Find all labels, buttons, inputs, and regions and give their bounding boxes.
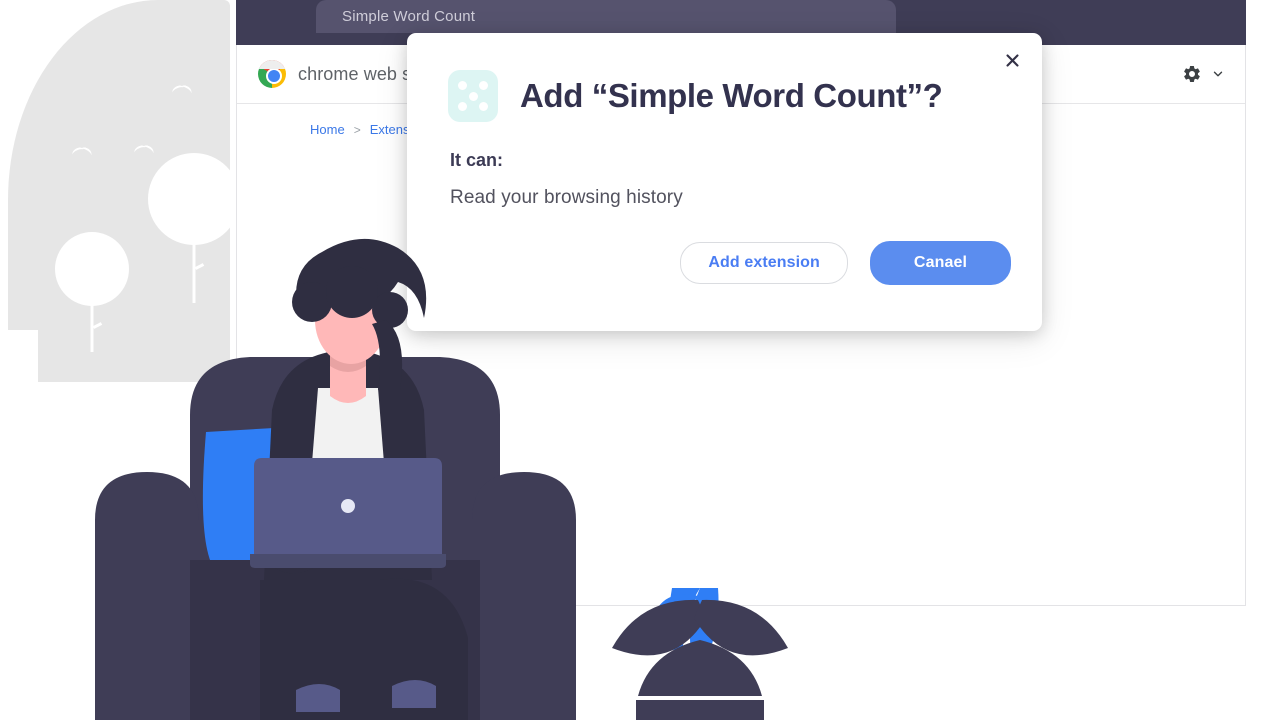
dialog-actions: Add extension Canael — [680, 241, 1011, 285]
gear-icon[interactable] — [1182, 64, 1202, 84]
bird-icon — [134, 146, 156, 158]
breadcrumb-separator: > — [353, 122, 361, 137]
dialog-header: Add “Simple Word Count”? — [407, 33, 1042, 122]
dialog-title: Add “Simple Word Count”? — [520, 77, 943, 114]
bird-icon — [72, 148, 94, 160]
cancel-button[interactable]: Canael — [869, 241, 1011, 285]
browser-tab-title: Simple Word Count — [342, 8, 476, 25]
bird-icon — [172, 86, 194, 98]
permissions-list: Read your browsing history — [450, 187, 1042, 209]
permission-item: Read your browsing history — [450, 187, 683, 208]
add-extension-button[interactable]: Add extension — [680, 242, 848, 284]
close-icon[interactable] — [997, 45, 1027, 75]
browser-tab[interactable]: Simple Word Count — [316, 0, 896, 33]
tree-icon — [148, 153, 240, 303]
chrome-logo-icon — [258, 60, 286, 88]
background-window-notch — [8, 330, 38, 382]
extension-dice-icon — [448, 70, 498, 122]
add-extension-dialog: Add “Simple Word Count”? It can: Read yo… — [407, 33, 1042, 331]
permissions-heading: It can: — [450, 150, 504, 170]
breadcrumb-item-home[interactable]: Home — [310, 122, 345, 137]
tree-icon — [55, 232, 129, 352]
chevron-down-icon[interactable] — [1211, 67, 1225, 81]
screenshot-root: Simple Word Count chrome web store Home … — [0, 0, 1280, 720]
store-header-actions — [1182, 64, 1225, 84]
